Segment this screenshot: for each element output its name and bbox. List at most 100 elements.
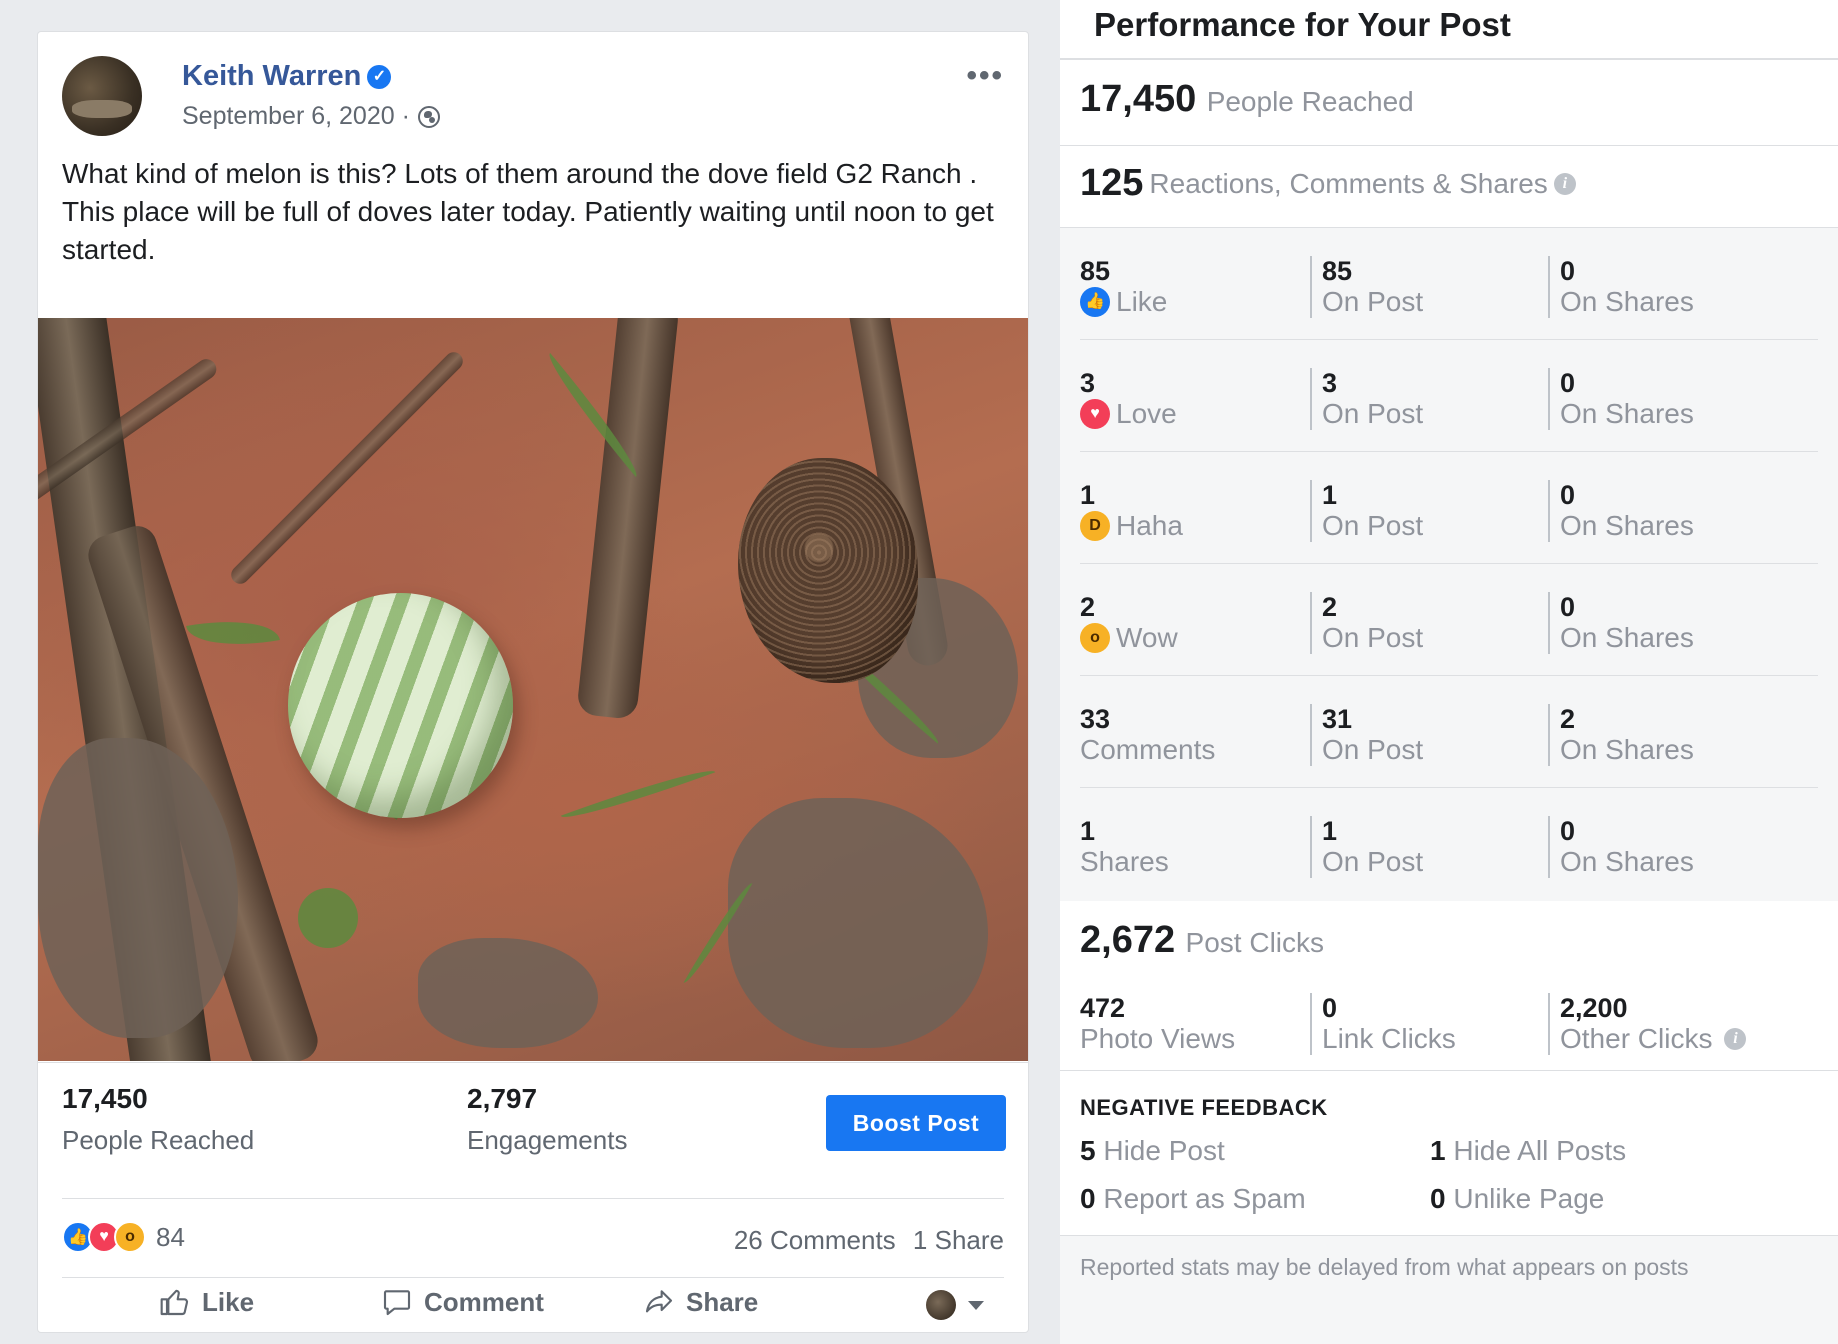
wow-on-shares-cell: 0 On Shares xyxy=(1548,592,1694,654)
shares-on-shares-cell: 0 On Shares xyxy=(1548,816,1694,878)
shares-on-shares: 0 xyxy=(1560,816,1576,846)
hide-all-value: 1 xyxy=(1430,1135,1446,1166)
unlike-stat: 0 Unlike Page xyxy=(1430,1183,1604,1215)
spam-value: 0 xyxy=(1080,1183,1096,1214)
comments-on-shares-cell: 2 On Shares xyxy=(1548,704,1694,766)
unlike-value: 0 xyxy=(1430,1183,1446,1214)
performance-panel: Performance for Your Post 17,450 People … xyxy=(1060,0,1838,1344)
wow-on-post-cell: 2 On Post xyxy=(1310,592,1423,654)
haha-row-label: Haha xyxy=(1116,510,1183,541)
comments-on-post: 31 xyxy=(1322,704,1353,734)
negative-feedback-heading: NEGATIVE FEEDBACK xyxy=(1080,1095,1328,1120)
comments-count-link[interactable]: 26 Comments xyxy=(734,1225,896,1255)
engagements-value: 2,797 xyxy=(467,1083,538,1114)
love-icon: ♥ xyxy=(1080,399,1110,429)
shares-total: 1 xyxy=(1080,816,1096,846)
post-text: What kind of melon is this? Lots of them… xyxy=(62,158,994,265)
love-on-post: 3 xyxy=(1322,368,1338,398)
post-stats: 17,450 People Reached 2,797 Engagements … xyxy=(38,1062,1028,1196)
post-card: Keith Warren ✓ September 6, 2020 · ••• W… xyxy=(37,31,1029,1333)
post-meta: September 6, 2020 · xyxy=(182,102,440,131)
love-on-shares: 0 xyxy=(1560,368,1576,398)
on-post-label: On Post xyxy=(1322,734,1424,765)
other-clicks-value: 2,200 xyxy=(1560,993,1628,1023)
on-shares-label: On Shares xyxy=(1560,734,1694,765)
love-total-cell: 3 ♥ Love xyxy=(1080,368,1177,430)
like-row-label: Like xyxy=(1116,286,1168,317)
verified-badge-icon: ✓ xyxy=(367,64,392,89)
love-total: 3 xyxy=(1080,368,1096,398)
haha-on-post-cell: 1 On Post xyxy=(1310,480,1423,542)
on-post-label: On Post xyxy=(1322,846,1424,877)
engagement-section: 125 Reactions, Comments & Shares i xyxy=(1060,146,1838,228)
stats-delay-note: Reported stats may be delayed from what … xyxy=(1080,1254,1689,1280)
on-post-label: On Post xyxy=(1322,510,1424,541)
reaction-count[interactable]: 84 xyxy=(156,1222,185,1253)
wow-icon: o xyxy=(1080,623,1110,653)
wow-on-shares: 0 xyxy=(1560,592,1576,622)
haha-icon: D xyxy=(1080,511,1110,541)
love-row-label: Love xyxy=(1116,398,1177,429)
comment-label: Comment xyxy=(424,1286,544,1317)
comment-icon xyxy=(383,1290,411,1316)
photo-views-label: Photo Views xyxy=(1080,1023,1236,1054)
breakdown-row-comments: 33 Comments 31 On Post 2 On Shares xyxy=(1060,676,1838,788)
author-avatar[interactable] xyxy=(62,56,142,136)
info-icon[interactable]: i xyxy=(1553,172,1576,195)
like-label: Like xyxy=(202,1286,255,1317)
wow-on-post: 2 xyxy=(1322,592,1338,622)
on-post-label: On Post xyxy=(1322,398,1424,429)
post-date[interactable]: September 6, 2020 · xyxy=(182,102,410,131)
shares-row-label: Shares xyxy=(1080,846,1169,877)
comments-total: 33 xyxy=(1080,704,1111,734)
share-arrow-icon xyxy=(645,1290,673,1313)
breakdown-row-shares: 1 Shares 1 On Post 0 On Shares xyxy=(1060,788,1838,900)
on-post-label: On Post xyxy=(1322,286,1424,317)
reaction-icons[interactable]: 👍 ♥ o 84 xyxy=(62,1221,185,1253)
unlike-label: Unlike Page xyxy=(1453,1183,1605,1214)
link-clicks-label: Link Clicks xyxy=(1322,1023,1456,1054)
like-button[interactable]: Like xyxy=(158,1286,254,1318)
haha-on-post: 1 xyxy=(1322,480,1338,510)
like-on-shares-cell: 0 On Shares xyxy=(1548,256,1694,318)
hide-post-value: 5 xyxy=(1080,1135,1096,1166)
spam-label: Report as Spam xyxy=(1103,1183,1306,1214)
performance-header: Performance for Your Post xyxy=(1060,0,1838,60)
on-shares-label: On Shares xyxy=(1560,510,1694,541)
reached-label: People Reached xyxy=(62,1125,255,1155)
on-shares-label: On Shares xyxy=(1560,398,1694,429)
comment-button[interactable]: Comment xyxy=(380,1286,544,1318)
reactions-breakdown: 85 👍 Like 85 On Post 0 On Shares 3 ♥ Love xyxy=(1060,228,1838,901)
comments-total-cell: 33 Comments xyxy=(1080,704,1215,766)
page: Keith Warren ✓ September 6, 2020 · ••• W… xyxy=(0,0,1838,1344)
boost-post-button[interactable]: Boost Post xyxy=(826,1095,1006,1151)
globe-icon[interactable] xyxy=(417,105,440,128)
link-clicks-value: 0 xyxy=(1322,993,1338,1023)
more-options-button[interactable]: ••• xyxy=(966,61,1004,91)
breakdown-row-like: 85 👍 Like 85 On Post 0 On Shares xyxy=(1060,228,1838,340)
author-name-link[interactable]: Keith Warren ✓ xyxy=(182,60,392,93)
thumbs-up-icon xyxy=(160,1289,189,1316)
engagement-total-label: Reactions, Comments & Shares xyxy=(1149,167,1548,199)
comments-shares-summary: 26 Comments 1 Share xyxy=(734,1225,1004,1256)
post-clicks-section: 2,672 Post Clicks 472 Photo Views 0 Link… xyxy=(1060,901,1838,1071)
like-on-shares: 0 xyxy=(1560,256,1576,286)
shares-on-post-cell: 1 On Post xyxy=(1310,816,1423,878)
reached-stat[interactable]: 17,450 People Reached xyxy=(62,1083,254,1156)
comments-row-label: Comments xyxy=(1080,734,1216,765)
share-button[interactable]: Share xyxy=(642,1286,758,1318)
info-icon[interactable]: i xyxy=(1724,1028,1747,1050)
post-as-selector[interactable] xyxy=(926,1290,984,1320)
post-clicks-label: Post Clicks xyxy=(1185,927,1325,958)
post-photo[interactable] xyxy=(38,318,1028,1061)
post-header: Keith Warren ✓ September 6, 2020 · ••• xyxy=(62,56,1004,146)
shares-count-link[interactable]: 1 Share xyxy=(913,1225,1004,1255)
on-post-label: On Post xyxy=(1322,622,1424,653)
reaction-summary: 👍 ♥ o 84 26 Comments 1 Share xyxy=(62,1198,1004,1278)
love-on-post-cell: 3 On Post xyxy=(1310,368,1423,430)
author-name[interactable]: Keith Warren xyxy=(182,60,361,93)
engagements-stat[interactable]: 2,797 Engagements xyxy=(467,1083,627,1156)
on-shares-label: On Shares xyxy=(1560,622,1694,653)
engagement-total: 125 xyxy=(1080,162,1144,204)
hide-all-stat: 1 Hide All Posts xyxy=(1430,1135,1626,1167)
